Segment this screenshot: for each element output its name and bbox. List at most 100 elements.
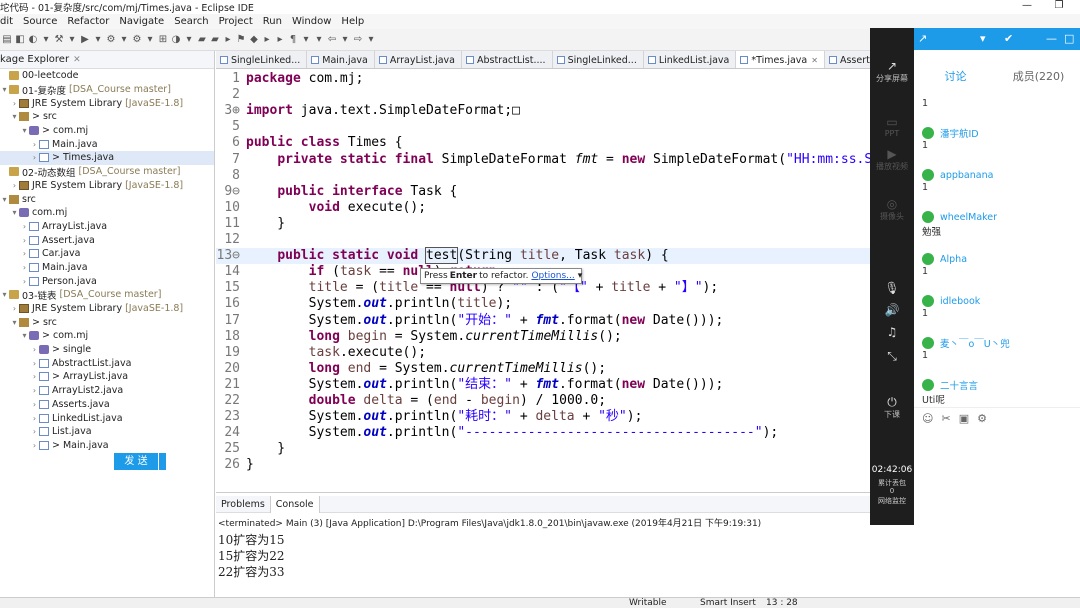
- menu-item[interactable]: Search: [174, 16, 208, 27]
- chevron-down-icon[interactable]: ▾: [20, 126, 29, 135]
- code-line[interactable]: 26}: [216, 457, 870, 473]
- chevron-right-icon[interactable]: ›: [20, 222, 29, 231]
- toolbar-icon[interactable]: ▾: [41, 34, 51, 45]
- chevron-right-icon[interactable]: ›: [30, 359, 39, 368]
- code-line[interactable]: 10 void execute();: [216, 200, 870, 216]
- toolbar-icon[interactable]: ▰: [210, 34, 220, 45]
- editor-tab[interactable]: AbstractList....: [462, 51, 553, 68]
- toolbar-icon[interactable]: ⇦: [327, 34, 337, 45]
- console-tab[interactable]: Problems: [216, 496, 270, 513]
- code-line[interactable]: 2: [216, 87, 870, 103]
- toolbar-icon[interactable]: ◑: [171, 34, 181, 45]
- code-line[interactable]: 5: [216, 119, 870, 135]
- tree-item[interactable]: 02-动态数组 [DSA_Course master]: [0, 165, 214, 179]
- toolbar-icon[interactable]: ⚙: [106, 34, 116, 45]
- tree-item[interactable]: ▾ src: [0, 192, 214, 206]
- tree-item[interactable]: › ArrayList2.java: [0, 384, 214, 398]
- code-line[interactable]: 13⊖ public static void test(String title…: [216, 247, 870, 265]
- code-line[interactable]: 17 System.out.println("开始：" + fmt.format…: [216, 313, 870, 329]
- chevron-right-icon[interactable]: ›: [30, 345, 39, 354]
- toolbar-icon[interactable]: ▾: [184, 34, 194, 45]
- emoji-icon[interactable]: ☺: [922, 412, 933, 425]
- live-side-button[interactable]: ⏻ 下课: [870, 396, 914, 420]
- tree-item[interactable]: 00-leetcode: [0, 69, 214, 83]
- code-line[interactable]: 12: [216, 232, 870, 248]
- live-top-icon[interactable]: —: [1046, 32, 1057, 45]
- tree-item[interactable]: › > Times.java: [0, 151, 214, 165]
- toolbar-icon[interactable]: ⇨: [353, 34, 363, 45]
- console-tab[interactable]: Console: [269, 495, 320, 513]
- chevron-down-icon[interactable]: ▾: [578, 271, 583, 281]
- tooltip-options-link[interactable]: Options...: [531, 271, 574, 281]
- tree-item[interactable]: › ArrayList.java: [0, 220, 214, 234]
- code-line[interactable]: 23 System.out.println("耗时：" + delta + "秒…: [216, 409, 870, 425]
- toolbar-icon[interactable]: ▸: [262, 34, 272, 45]
- toolbar-icon[interactable]: ⚑: [236, 34, 246, 45]
- toolbar-icon[interactable]: ¶: [288, 34, 298, 45]
- toolbar-icon[interactable]: ⚒: [54, 34, 64, 45]
- close-icon[interactable]: ✕: [73, 55, 81, 65]
- send-options-button[interactable]: [159, 453, 166, 470]
- tree-item[interactable]: › > ArrayList.java: [0, 370, 214, 384]
- toolbar-icon[interactable]: ▤: [2, 34, 12, 45]
- menu-item[interactable]: Source: [23, 16, 57, 27]
- toolbar-icon[interactable]: ▾: [301, 34, 311, 45]
- tree-item[interactable]: › Main.java: [0, 137, 214, 151]
- live-top-icon[interactable]: ↗: [918, 32, 927, 45]
- toolbar-icon[interactable]: ◆: [249, 34, 259, 45]
- tree-item[interactable]: › JRE System Library [JavaSE-1.8]: [0, 302, 214, 316]
- menu-item[interactable]: Help: [341, 16, 364, 27]
- live-side-button[interactable]: ◎ 摄像头: [870, 198, 914, 222]
- code-line[interactable]: 18 long begin = System.currentTimeMillis…: [216, 329, 870, 345]
- toolbar-icon[interactable]: ▶: [80, 34, 90, 45]
- chevron-right-icon[interactable]: ›: [20, 277, 29, 286]
- tree-item[interactable]: ▾ > com.mj: [0, 329, 214, 343]
- live-side-button[interactable]: ▶ 播放视频: [870, 148, 914, 172]
- chevron-right-icon[interactable]: ›: [10, 181, 19, 190]
- toolbar-icon[interactable]: ◐: [28, 34, 38, 45]
- menu-item[interactable]: Project: [219, 16, 253, 27]
- tree-item[interactable]: › > Main.java: [0, 439, 214, 453]
- chat-tab[interactable]: 讨论: [914, 50, 997, 98]
- tree-item[interactable]: › List.java: [0, 425, 214, 439]
- chat-input-area[interactable]: ☺ ✂ ▣ ⚙: [914, 407, 1080, 525]
- code-line[interactable]: 20 long end = System.currentTimeMillis()…: [216, 361, 870, 377]
- restore-button[interactable]: ❐: [1044, 0, 1074, 13]
- tree-item[interactable]: › LinkedList.java: [0, 411, 214, 425]
- chevron-down-icon[interactable]: ▾: [20, 331, 29, 340]
- toolbar-icon[interactable]: ▾: [93, 34, 103, 45]
- minimize-button[interactable]: —: [1012, 0, 1042, 13]
- live-side-button[interactable]: ↗ 分享屏幕: [870, 60, 914, 84]
- code-line[interactable]: 25 }: [216, 441, 870, 457]
- toolbar-icon[interactable]: ⚙: [132, 34, 142, 45]
- toolbar-icon[interactable]: ▾: [314, 34, 324, 45]
- gear-icon[interactable]: ⚙: [977, 412, 987, 425]
- code-line[interactable]: 24 System.out.println("-----------------…: [216, 425, 870, 441]
- live-top-icon[interactable]: ▾: [980, 32, 986, 45]
- toolbar-icon[interactable]: ▾: [119, 34, 129, 45]
- code-line[interactable]: 1 package com.mj;: [216, 71, 870, 87]
- editor-tab[interactable]: SingleLinked...: [216, 51, 308, 68]
- chevron-right-icon[interactable]: ›: [30, 153, 39, 162]
- editor-tab[interactable]: ArrayList.java: [375, 51, 462, 68]
- tree-item[interactable]: ▾ > com.mj: [0, 124, 214, 138]
- code-line[interactable]: 19 task.execute();: [216, 345, 870, 361]
- live-side-button[interactable]: ⤡: [870, 350, 914, 363]
- tree-item[interactable]: ▾ com.mj: [0, 206, 214, 220]
- chevron-right-icon[interactable]: ›: [30, 400, 39, 409]
- editor-tab[interactable]: Assert...: [825, 51, 870, 68]
- code-line[interactable]: 22 double delta = (end - begin) / 1000.0…: [216, 393, 870, 409]
- live-side-button[interactable]: 🔊: [870, 304, 914, 317]
- menu-item[interactable]: Refactor: [67, 16, 109, 27]
- chevron-right-icon[interactable]: ›: [30, 441, 39, 450]
- live-top-icon[interactable]: ✔: [1004, 32, 1013, 45]
- chevron-right-icon[interactable]: ›: [10, 304, 19, 313]
- toolbar-icon[interactable]: ⊞: [158, 34, 168, 45]
- code-line[interactable]: 6 public class Times {: [216, 135, 870, 151]
- chevron-down-icon[interactable]: ▾: [10, 208, 19, 217]
- chevron-right-icon[interactable]: ›: [20, 263, 29, 272]
- toolbar-icon[interactable]: ▾: [366, 34, 376, 45]
- tree-item[interactable]: ▾ 03-链表 [DSA_Course master]: [0, 288, 214, 302]
- toolbar-icon[interactable]: ▸: [223, 34, 233, 45]
- chevron-down-icon[interactable]: ▾: [0, 290, 9, 299]
